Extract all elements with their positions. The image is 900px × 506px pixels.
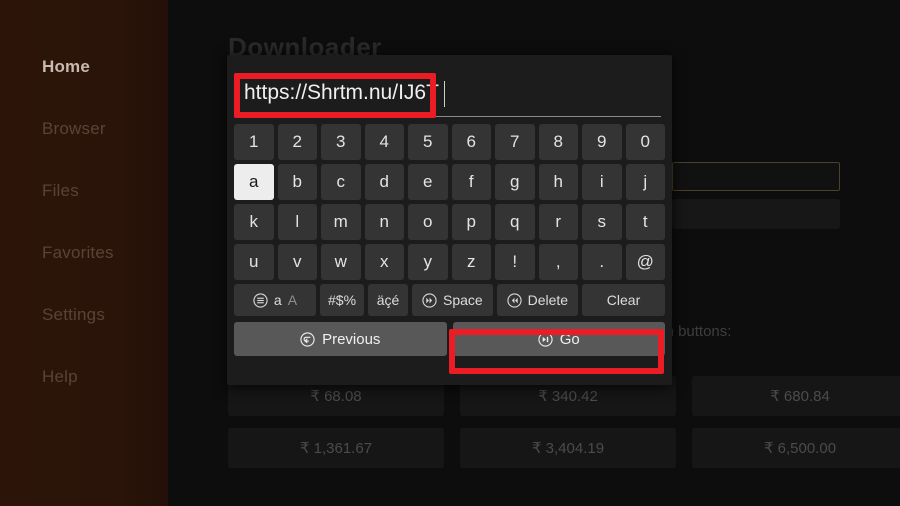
key-period[interactable]: . [582,244,622,280]
rewind-circle-icon [506,292,522,308]
key-5[interactable]: 5 [408,124,448,160]
key-v[interactable]: v [277,244,317,280]
key-clear[interactable]: Clear [582,284,666,316]
keyboard-row-actions: Previous Go [234,322,665,356]
sidebar-item-browser[interactable]: Browser [42,119,106,139]
key-d[interactable]: d [364,164,404,200]
fast-forward-circle-icon [422,292,437,308]
keyboard-row-a-j: a b c d e f g h i j [234,164,665,200]
sidebar-item-files[interactable]: Files [42,181,79,201]
key-space-label: Space [442,292,483,308]
key-6[interactable]: 6 [451,124,491,160]
donation-amount-grid: ₹ 68.08 ₹ 340.42 ₹ 680.84 ₹ 1,361.67 ₹ 3… [228,376,900,468]
key-toggle-case-label: a [273,292,282,308]
keyboard-row-numbers: 1 2 3 4 5 6 7 8 9 0 [234,124,665,160]
sidebar-item-help[interactable]: Help [42,367,78,387]
sidebar-item-favorites[interactable]: Favorites [42,243,114,263]
key-m[interactable]: m [321,204,361,240]
key-p[interactable]: p [451,204,491,240]
donation-amount-button[interactable]: ₹ 1,361.67 [228,428,444,468]
keyboard-row-functions: aA #$% äçé Space Delete Clear [234,284,666,316]
keyboard-row-k-t: k l m n o p q r s t [234,204,665,240]
key-symbols[interactable]: #$% [320,284,365,316]
text-caret [444,81,445,107]
key-7[interactable]: 7 [495,124,535,160]
background-url-input[interactable] [672,162,840,191]
key-delete[interactable]: Delete [496,284,579,316]
key-delete-label: Delete [527,292,569,308]
key-exclamation[interactable]: ! [495,244,535,280]
key-toggle-case-label-alt: A [287,292,298,308]
background-go-button[interactable] [672,199,840,229]
key-w[interactable]: w [321,244,361,280]
key-at[interactable]: @ [625,244,665,280]
url-input-wrapper [238,73,661,117]
keyboard-rows: 1 2 3 4 5 6 7 8 9 0 a b c d e f g h i j … [234,124,666,360]
key-x[interactable]: x [364,244,404,280]
play-forward-circle-icon [538,331,553,347]
keyboard-row-u-at: u v w x y z ! , . @ [234,244,665,280]
key-j[interactable]: j [625,164,665,200]
previous-button-label: Previous [322,330,381,348]
sidebar-item-home[interactable]: Home [42,57,90,77]
key-f[interactable]: f [451,164,491,200]
key-2[interactable]: 2 [277,124,317,160]
key-e[interactable]: e [408,164,448,200]
key-q[interactable]: q [495,204,535,240]
key-n[interactable]: n [364,204,404,240]
previous-button[interactable]: Previous [234,322,447,356]
go-button-label: Go [559,330,580,348]
menu-circle-icon [253,292,268,308]
key-o[interactable]: o [408,204,448,240]
key-comma[interactable]: , [538,244,578,280]
key-0[interactable]: 0 [625,124,665,160]
key-s[interactable]: s [582,204,622,240]
donation-amount-button[interactable]: ₹ 680.84 [692,376,900,416]
key-space[interactable]: Space [412,284,493,316]
key-t[interactable]: t [625,204,665,240]
sidebar-item-settings[interactable]: Settings [42,305,105,325]
key-k[interactable]: k [234,204,274,240]
key-u[interactable]: u [234,244,274,280]
key-r[interactable]: r [538,204,578,240]
key-g[interactable]: g [495,164,535,200]
key-i[interactable]: i [582,164,622,200]
key-y[interactable]: y [408,244,448,280]
key-1[interactable]: 1 [234,124,274,160]
key-toggle-case[interactable]: aA [234,284,316,316]
sidebar: Home Browser Files Favorites Settings He… [0,0,168,506]
key-z[interactable]: z [451,244,491,280]
key-8[interactable]: 8 [538,124,578,160]
key-a[interactable]: a [234,164,274,200]
key-4[interactable]: 4 [364,124,404,160]
key-h[interactable]: h [538,164,578,200]
key-accents[interactable]: äçé [368,284,409,316]
back-arrow-circle-icon [300,331,315,347]
donation-amount-button[interactable]: ₹ 6,500.00 [692,428,900,468]
key-l[interactable]: l [277,204,317,240]
donation-amount-button[interactable]: ₹ 3,404.19 [460,428,676,468]
key-9[interactable]: 9 [582,124,622,160]
key-c[interactable]: c [321,164,361,200]
key-3[interactable]: 3 [321,124,361,160]
url-input[interactable] [238,73,661,117]
key-b[interactable]: b [277,164,317,200]
go-button[interactable]: Go [452,322,665,356]
